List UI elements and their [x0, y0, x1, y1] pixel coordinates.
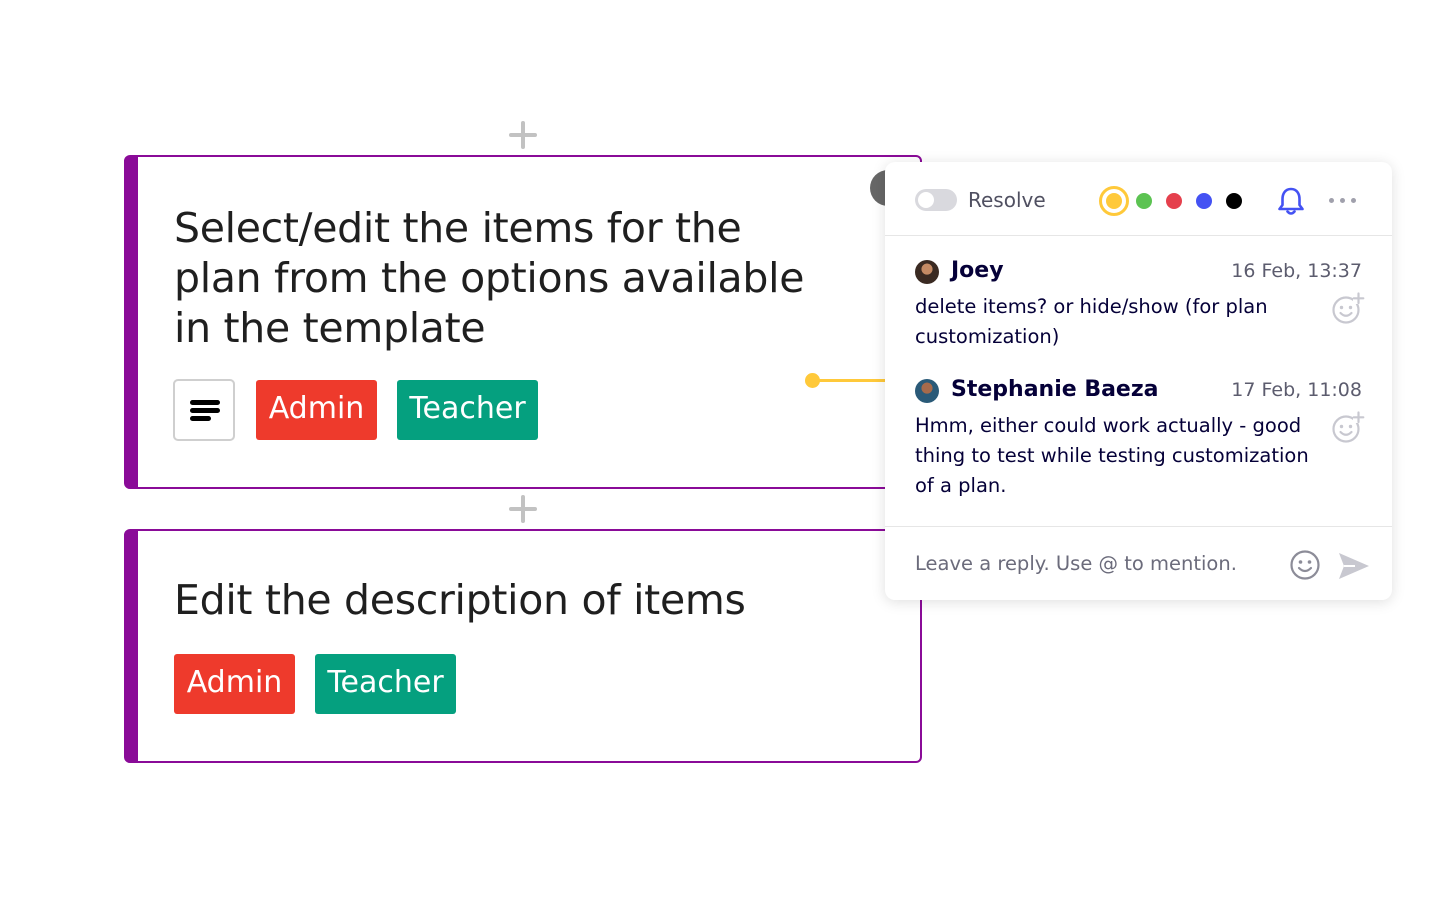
comment-connector-line — [813, 379, 893, 382]
avatar — [915, 260, 939, 284]
bell-icon[interactable] — [1275, 186, 1307, 216]
comment-anchor-dot[interactable] — [805, 373, 820, 388]
card-1-title: Select/edit the items for the plan from … — [174, 204, 805, 352]
color-swatch-black[interactable] — [1226, 193, 1242, 209]
comment-1: Joey 16 Feb, 13:37 delete items? or hide… — [915, 258, 1365, 355]
send-icon[interactable] — [1337, 551, 1371, 581]
tag-admin[interactable]: Admin — [174, 654, 295, 714]
reply-input[interactable]: Leave a reply. Use @ to mention. — [915, 552, 1237, 575]
card-2-title: Edit the description of items — [174, 576, 746, 624]
description-button[interactable] — [173, 379, 235, 441]
card-1[interactable]: Select/edit the items for the plan from … — [124, 155, 922, 489]
resolve-label: Resolve — [968, 188, 1046, 212]
comment-panel-header: Resolve — [885, 162, 1392, 236]
card-2[interactable]: Edit the description of items Admin Teac… — [124, 529, 922, 763]
tag-admin[interactable]: Admin — [256, 380, 377, 440]
text-lines-icon — [190, 400, 220, 405]
color-swatch-yellow[interactable] — [1099, 186, 1129, 216]
comment-text: Hmm, either could work actually - good t… — [915, 414, 1309, 497]
add-reaction-icon[interactable] — [1331, 410, 1365, 444]
reply-bar: Leave a reply. Use @ to mention. — [885, 526, 1392, 600]
comment-author: Joey — [951, 258, 1004, 283]
text-lines-icon-line-2 — [190, 408, 220, 413]
comment-text: delete items? or hide/show (for plan cus… — [915, 295, 1268, 348]
emoji-icon[interactable] — [1289, 549, 1321, 581]
color-swatch-green[interactable] — [1136, 193, 1152, 209]
add-card-above-icon[interactable] — [507, 119, 539, 151]
resolve-toggle[interactable] — [915, 189, 957, 211]
tag-teacher[interactable]: Teacher — [315, 654, 456, 714]
color-swatch-red[interactable] — [1166, 193, 1182, 209]
add-reaction-icon[interactable] — [1331, 291, 1365, 325]
add-card-between-icon[interactable] — [507, 493, 539, 525]
text-lines-icon-line-3 — [190, 416, 211, 421]
comment-author: Stephanie Baeza — [951, 377, 1159, 402]
comment-date: 17 Feb, 11:08 — [1231, 379, 1362, 401]
more-horizontal-icon[interactable] — [1329, 198, 1361, 204]
avatar — [915, 379, 939, 403]
comment-date: 16 Feb, 13:37 — [1231, 260, 1362, 282]
comment-2: Stephanie Baeza 17 Feb, 11:08 Hmm, eithe… — [915, 377, 1365, 509]
comment-panel: Resolve Joey 16 Feb, 13:37 delete items?… — [885, 162, 1392, 600]
color-swatch-blue[interactable] — [1196, 193, 1212, 209]
tag-teacher[interactable]: Teacher — [397, 380, 538, 440]
